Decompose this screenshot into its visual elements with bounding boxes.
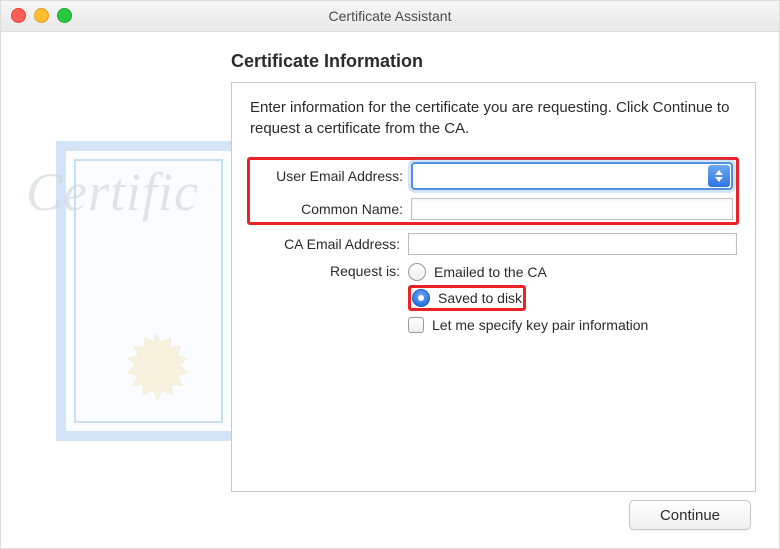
checkbox-icon bbox=[408, 317, 424, 333]
common-name-label: Common Name: bbox=[253, 201, 411, 217]
minimize-icon[interactable] bbox=[34, 8, 49, 23]
highlight-email-name: User Email Address: Common Name: bbox=[247, 157, 739, 225]
close-icon[interactable] bbox=[11, 8, 26, 23]
ca-email-field[interactable] bbox=[408, 233, 737, 255]
request-is-label: Request is: bbox=[250, 263, 408, 279]
window-title: Certificate Assistant bbox=[1, 8, 779, 24]
titlebar: Certificate Assistant bbox=[1, 1, 779, 32]
certificate-artwork: Certific bbox=[56, 141, 241, 441]
continue-button-label: Continue bbox=[660, 507, 720, 524]
content-area: Certificate Information Enter informatio… bbox=[231, 51, 754, 492]
common-name-field[interactable] bbox=[411, 198, 733, 220]
radio-saved[interactable]: Saved to disk bbox=[412, 289, 522, 307]
ca-email-label: CA Email Address: bbox=[250, 236, 408, 252]
checkbox-keypair-label: Let me specify key pair information bbox=[432, 317, 648, 333]
form-panel: Enter information for the certificate yo… bbox=[231, 82, 756, 492]
user-email-label: User Email Address: bbox=[253, 168, 411, 184]
user-email-field[interactable] bbox=[413, 168, 707, 184]
radio-emailed-label: Emailed to the CA bbox=[434, 264, 547, 280]
user-email-combobox[interactable] bbox=[411, 162, 733, 190]
window-controls bbox=[11, 8, 72, 23]
window: Certificate Assistant Certific Certifica… bbox=[0, 0, 780, 549]
radio-saved-label: Saved to disk bbox=[438, 290, 522, 306]
chevron-updown-icon[interactable] bbox=[708, 165, 730, 187]
page-title: Certificate Information bbox=[231, 51, 754, 72]
checkbox-keypair[interactable]: Let me specify key pair information bbox=[408, 317, 737, 333]
radio-emailed[interactable]: Emailed to the CA bbox=[408, 263, 737, 281]
instructions-text: Enter information for the certificate yo… bbox=[250, 97, 737, 139]
zoom-icon[interactable] bbox=[57, 8, 72, 23]
radio-icon bbox=[408, 263, 426, 281]
continue-button[interactable]: Continue bbox=[629, 500, 751, 530]
radio-icon bbox=[412, 289, 430, 307]
